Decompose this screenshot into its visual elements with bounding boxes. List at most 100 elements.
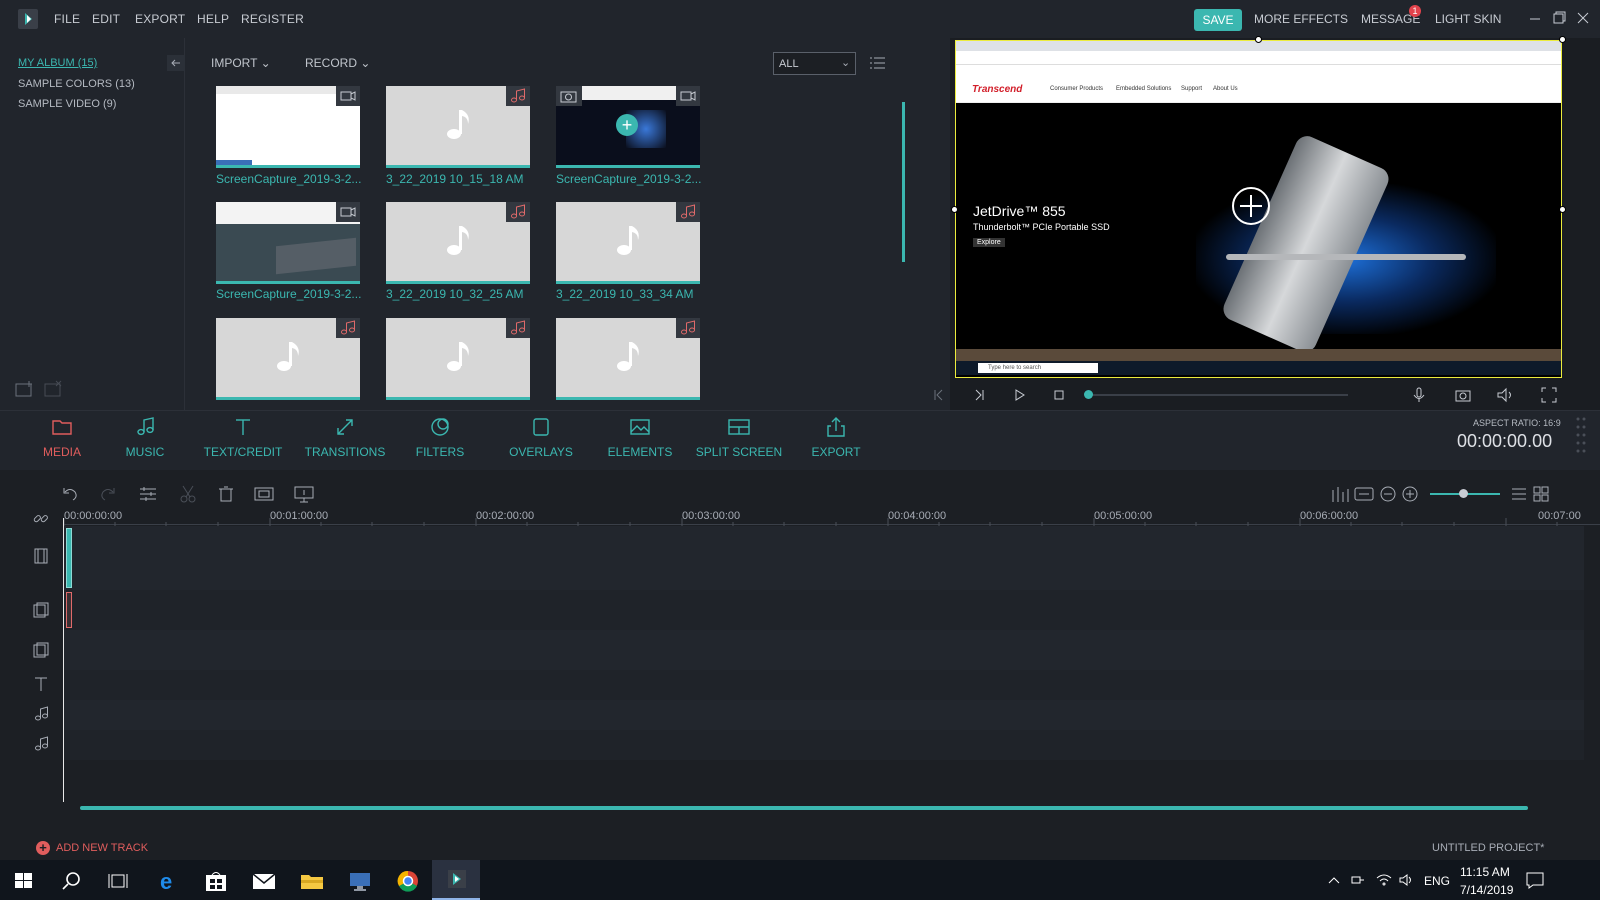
album-item-sample-colors[interactable]: SAMPLE COLORS (13)	[18, 78, 135, 90]
zoom-in-icon[interactable]	[1400, 484, 1420, 504]
music-track-row[interactable]	[64, 700, 1584, 730]
menu-file[interactable]: FILE	[54, 12, 80, 26]
media-tile[interactable]: +	[556, 86, 700, 168]
media-tile[interactable]	[216, 318, 360, 400]
play-icon[interactable]	[1010, 386, 1028, 404]
drag-handle-icon[interactable]	[1575, 415, 1587, 455]
redo-icon[interactable]	[98, 484, 118, 504]
tab-split-screen[interactable]: SPLIT SCREEN	[694, 415, 784, 459]
album-item-sample-video[interactable]: SAMPLE VIDEO (9)	[18, 98, 116, 110]
media-tile[interactable]	[386, 318, 530, 400]
menu-register[interactable]: REGISTER	[241, 12, 304, 26]
adjust-icon[interactable]	[138, 484, 158, 504]
wifi-icon[interactable]	[1375, 872, 1393, 888]
zoom-out-icon[interactable]	[1378, 484, 1398, 504]
more-effects-button[interactable]: MORE EFFECTS	[1254, 12, 1348, 26]
close-icon[interactable]	[1575, 10, 1591, 26]
clock-time[interactable]: 11:15 AM	[1460, 865, 1510, 879]
media-tile[interactable]	[216, 86, 360, 168]
list-layout-icon[interactable]	[1510, 484, 1528, 504]
task-view-icon[interactable]	[104, 868, 132, 894]
light-skin-button[interactable]: LIGHT SKIN	[1435, 12, 1501, 26]
resize-handle[interactable]	[951, 206, 958, 213]
audio-mixer-icon[interactable]	[1330, 484, 1350, 504]
collapse-panel-icon[interactable]	[167, 55, 185, 71]
import-dropdown[interactable]: IMPORT ⌄	[211, 56, 271, 70]
tab-media[interactable]: MEDIA	[34, 415, 90, 459]
trash-icon[interactable]	[216, 484, 236, 504]
chrome-icon[interactable]	[394, 868, 422, 894]
clock-date[interactable]: 7/14/2019	[1460, 883, 1513, 897]
chevron-up-icon[interactable]	[1327, 872, 1341, 888]
tab-export[interactable]: EXPORT	[808, 415, 864, 459]
new-folder-icon[interactable]	[15, 380, 35, 398]
undo-icon[interactable]	[60, 484, 80, 504]
volume-icon[interactable]	[1496, 386, 1514, 404]
playhead-knob[interactable]	[1084, 390, 1093, 399]
mail-icon[interactable]	[250, 868, 278, 894]
list-view-icon[interactable]	[870, 56, 886, 70]
remote-desktop-icon[interactable]	[346, 868, 374, 894]
pip-track-row[interactable]	[64, 630, 1584, 670]
save-button[interactable]: SAVE	[1194, 9, 1242, 31]
windows-start-icon[interactable]	[10, 868, 38, 894]
video-track-row[interactable]	[64, 526, 1584, 590]
microphone-icon[interactable]	[1410, 386, 1428, 404]
notifications-icon[interactable]	[1524, 870, 1546, 890]
search-icon[interactable]	[58, 868, 86, 894]
media-filter-select[interactable]: ALL ⌄	[773, 52, 856, 75]
grid-layout-icon[interactable]	[1532, 484, 1550, 504]
text-track-row[interactable]	[64, 670, 1584, 700]
resize-handle[interactable]	[1559, 36, 1566, 43]
network-wired-icon[interactable]	[1350, 872, 1366, 888]
skip-back-icon[interactable]	[930, 386, 948, 404]
store-icon[interactable]	[202, 868, 230, 894]
preview-canvas[interactable]: Transcend Consumer Products Embedded Sol…	[955, 40, 1562, 378]
screen-record-icon[interactable]	[294, 484, 314, 504]
tab-text-credit[interactable]: TEXT/CREDIT	[198, 415, 288, 459]
snapshot-camera-icon[interactable]	[1454, 386, 1472, 404]
timeline-playhead[interactable]	[63, 518, 64, 802]
media-tile[interactable]	[386, 86, 530, 168]
maximize-icon[interactable]	[1551, 10, 1567, 26]
menu-export[interactable]: EXPORT	[135, 12, 185, 26]
album-item-my-album[interactable]: MY ALBUM (15)	[18, 57, 97, 69]
zoom-slider-knob[interactable]	[1459, 489, 1468, 498]
media-tile[interactable]	[386, 202, 530, 284]
menu-edit[interactable]: EDIT	[92, 12, 120, 26]
resize-handle[interactable]	[1255, 36, 1262, 43]
record-dropdown[interactable]: RECORD ⌄	[305, 56, 370, 70]
resize-handle[interactable]	[1559, 206, 1566, 213]
video-clip[interactable]	[66, 528, 72, 588]
tab-overlays[interactable]: OVERLAYS	[506, 415, 576, 459]
stop-icon[interactable]	[1050, 386, 1068, 404]
crop-icon[interactable]	[254, 484, 274, 504]
edge-browser-icon[interactable]: e	[154, 868, 182, 894]
media-tile[interactable]	[216, 202, 360, 284]
link-icon[interactable]	[32, 510, 50, 528]
media-scrollbar[interactable]	[902, 102, 905, 262]
media-tile[interactable]	[556, 202, 700, 284]
pip-clip[interactable]	[66, 592, 72, 628]
music-track-row[interactable]	[64, 730, 1584, 760]
pip-track-row[interactable]	[64, 590, 1584, 630]
tab-music[interactable]: MUSIC	[117, 415, 173, 459]
volume-tray-icon[interactable]	[1398, 872, 1416, 888]
menu-help[interactable]: HELP	[197, 12, 229, 26]
playback-progress-bar[interactable]	[1088, 394, 1348, 396]
tab-elements[interactable]: ELEMENTS	[605, 415, 675, 459]
crosshair-icon[interactable]	[1232, 187, 1270, 225]
input-language[interactable]: ENG	[1424, 874, 1450, 888]
scissors-icon[interactable]	[178, 484, 198, 504]
fit-timeline-icon[interactable]	[1354, 484, 1374, 504]
delete-folder-icon[interactable]	[44, 380, 64, 398]
filmora-taskbar-button[interactable]	[432, 860, 480, 900]
add-new-track-button[interactable]: ADD NEW TRACK	[56, 842, 148, 854]
step-forward-icon[interactable]	[970, 386, 988, 404]
tab-transitions[interactable]: TRANSITIONS	[300, 415, 390, 459]
add-to-timeline-icon[interactable]: +	[616, 114, 638, 136]
media-tile[interactable]	[556, 318, 700, 400]
minimize-icon[interactable]	[1527, 10, 1543, 26]
file-explorer-icon[interactable]	[298, 868, 326, 894]
tab-filters[interactable]: FILTERS	[410, 415, 470, 459]
